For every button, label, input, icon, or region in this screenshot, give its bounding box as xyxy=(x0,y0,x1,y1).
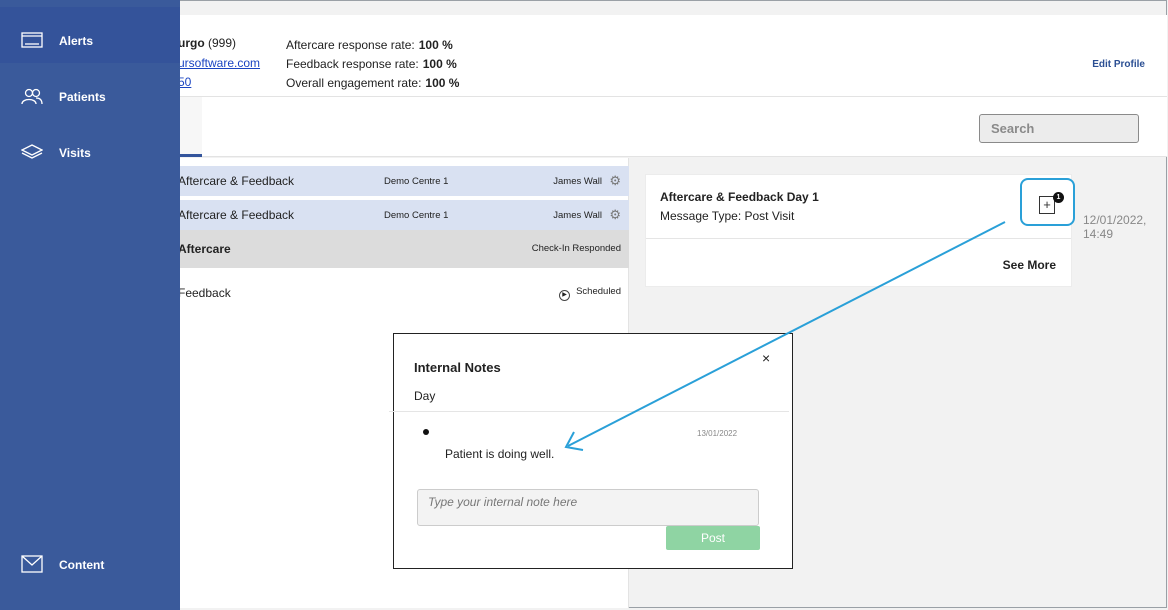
envelope-icon xyxy=(21,555,43,573)
visit-title: Aftercare & Feedback xyxy=(178,174,295,188)
visit-centre: Demo Centre 1 xyxy=(384,210,449,221)
aftercare-rate: Aftercare response rate: 100 % xyxy=(286,38,453,52)
feedback-rate: Feedback response rate: 100 % xyxy=(286,57,457,71)
message-type: Message Type: Post Visit xyxy=(660,209,795,223)
sidebar: Alerts Patients Visits Content xyxy=(0,0,180,610)
close-icon[interactable]: × xyxy=(762,350,770,366)
search-input[interactable] xyxy=(979,114,1139,143)
internal-notes-button[interactable]: + 1 xyxy=(1020,178,1075,226)
divider xyxy=(389,411,789,412)
visit-centre: Demo Centre 1 xyxy=(384,176,449,187)
dialog-subtitle: Day xyxy=(414,389,436,403)
patients-icon xyxy=(21,88,43,105)
overall-rate: Overall engagement rate: 100 % xyxy=(286,76,460,90)
sidebar-item-label: Alerts xyxy=(59,34,94,48)
sidebar-item-visits[interactable]: Visits xyxy=(0,119,180,175)
alerts-icon xyxy=(21,32,43,48)
visit-title: Aftercare xyxy=(178,242,231,256)
note-count-badge: 1 xyxy=(1053,192,1064,203)
patient-email-link[interactable]: ursoftware.com xyxy=(178,56,260,70)
internal-notes-dialog: Internal Notes × Day 13/01/2022 Patient … xyxy=(389,333,793,569)
sidebar-item-label: Visits xyxy=(59,146,91,160)
sidebar-item-label: Patients xyxy=(59,90,106,104)
internal-note-input[interactable] xyxy=(417,489,759,526)
note-text: Patient is doing well. xyxy=(445,447,555,461)
dialog-title: Internal Notes xyxy=(414,360,501,375)
gear-icon[interactable]: ⚙ xyxy=(609,207,621,223)
sidebar-item-alerts[interactable]: Alerts xyxy=(0,7,180,63)
visit-title: Aftercare & Feedback xyxy=(178,208,295,222)
play-icon: ▶ xyxy=(559,290,571,301)
note-date: 13/01/2022 xyxy=(697,429,738,438)
gear-icon[interactable]: ⚙ xyxy=(609,173,621,189)
visit-status: ▶ Scheduled xyxy=(559,286,621,301)
visit-status: Check-In Responded xyxy=(531,243,621,254)
edit-profile-link[interactable]: Edit Profile xyxy=(1092,59,1145,70)
message-card: Aftercare & Feedback Day 1 Message Type:… xyxy=(645,174,1072,287)
see-more-button[interactable]: See More xyxy=(1003,258,1056,272)
message-timestamp: 12/01/2022, 14:49 xyxy=(1083,213,1147,241)
visit-staff: James Wall xyxy=(553,176,602,187)
visit-staff: James Wall xyxy=(553,210,602,221)
sidebar-item-patients[interactable]: Patients xyxy=(0,63,180,119)
sidebar-item-content[interactable]: Content xyxy=(0,531,180,587)
engagement-rates: Aftercare response rate: 100 % Feedback r… xyxy=(286,36,459,93)
divider xyxy=(646,238,1071,239)
post-button[interactable]: Post xyxy=(666,526,760,550)
visit-title: Feedback xyxy=(178,286,231,300)
patient-phone-link[interactable]: 50 xyxy=(178,75,191,89)
patient-name: urgo (999) xyxy=(178,36,237,50)
sidebar-item-label: Content xyxy=(59,558,105,572)
bullet-icon xyxy=(423,429,429,435)
layers-icon xyxy=(21,144,43,159)
message-title: Aftercare & Feedback Day 1 xyxy=(660,190,819,204)
